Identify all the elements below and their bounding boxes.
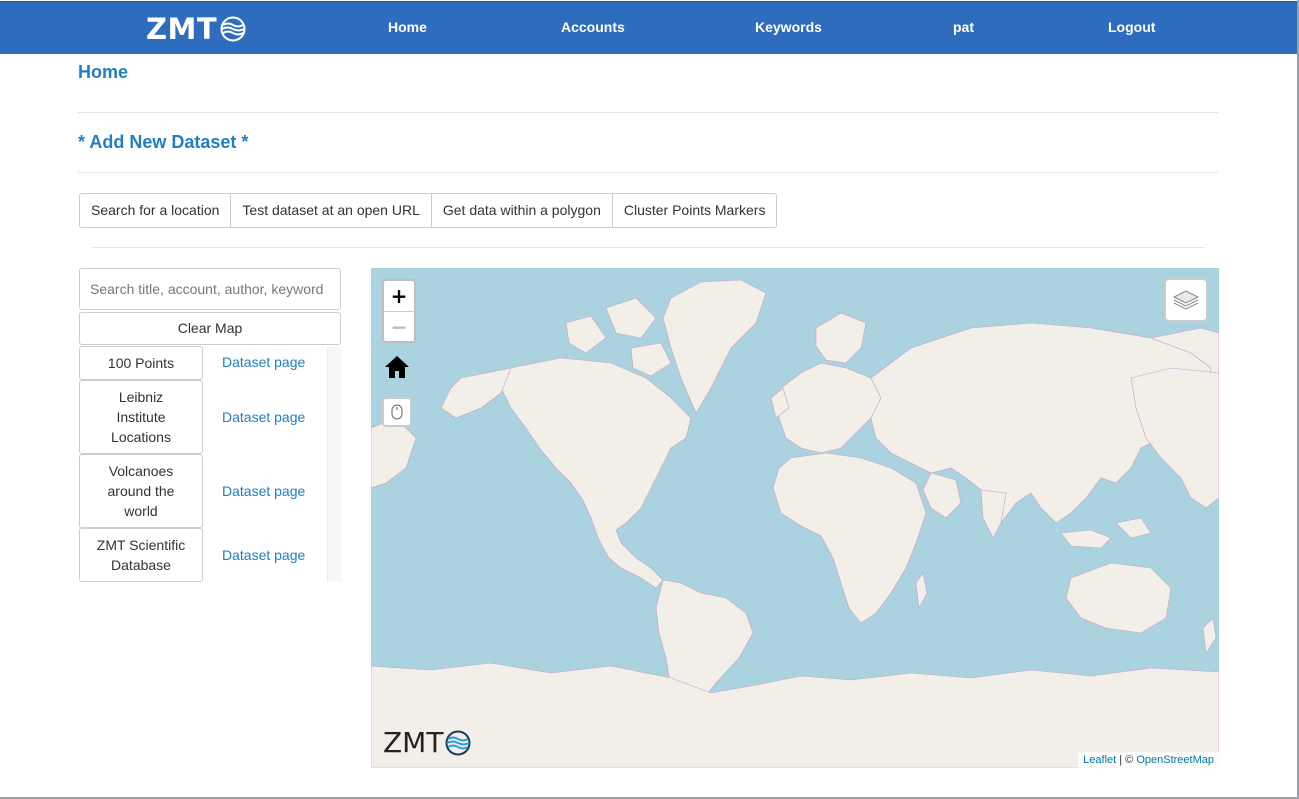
nav-user-link[interactable]: pat	[953, 19, 974, 35]
polygon-data-button[interactable]: Get data within a polygon	[431, 194, 613, 227]
divider	[93, 247, 1205, 248]
scroll-zoom-toggle[interactable]	[382, 397, 412, 427]
layers-icon	[1172, 290, 1200, 310]
search-location-button[interactable]: Search for a location	[80, 194, 232, 227]
waves-logo-icon	[445, 730, 471, 755]
dataset-name-button[interactable]: Volcanoes around the world	[79, 454, 203, 528]
list-scrollbar[interactable]	[327, 347, 342, 582]
page-title: Home	[78, 62, 129, 82]
map-tools-button-group: Search for a location Test dataset at an…	[79, 193, 778, 228]
map-attribution: Leaflet | © OpenStreetMap	[1078, 752, 1219, 768]
zoom-control: + −	[382, 279, 416, 343]
map-logo-text: ZMT	[383, 726, 444, 759]
zmt-logo[interactable]: ZMT	[146, 12, 246, 46]
world-map[interactable]: + − ZMT Leaflet | © OpenStreetMap	[371, 268, 1219, 768]
dataset-page-link[interactable]: Dataset page	[222, 409, 305, 425]
nav-keywords-link[interactable]: Keywords	[755, 19, 822, 35]
waves-logo-icon	[220, 16, 246, 42]
dataset-page-link[interactable]: Dataset page	[222, 354, 305, 370]
dataset-name-button[interactable]: ZMT Scientific Database	[79, 528, 203, 582]
map-tiles	[371, 279, 1219, 768]
nav-logout-link[interactable]: Logout	[1108, 19, 1155, 35]
test-open-url-button[interactable]: Test dataset at an open URL	[231, 194, 432, 227]
nav-home-link[interactable]: Home	[388, 19, 427, 35]
dataset-page-link[interactable]: Dataset page	[222, 547, 305, 563]
cluster-markers-button[interactable]: Cluster Points Markers	[612, 194, 777, 227]
list-item: Leibniz Institute Locations Dataset page	[79, 380, 327, 454]
map-zmt-logo: ZMT	[383, 726, 471, 759]
dataset-search-input[interactable]	[79, 268, 341, 310]
list-item: Volcanoes around the world Dataset page	[79, 454, 327, 528]
list-item: 100 Points Dataset page	[79, 346, 327, 380]
leaflet-link[interactable]: Leaflet	[1083, 754, 1116, 766]
add-dataset-link[interactable]: * Add New Dataset *	[78, 132, 248, 153]
clear-map-button[interactable]: Clear Map	[79, 312, 341, 345]
attribution-separator: | ©	[1116, 754, 1137, 766]
nav-accounts-link[interactable]: Accounts	[561, 19, 625, 35]
logo-text: ZMT	[146, 12, 218, 46]
top-navbar: ZMT Home Accounts Keywords pat Logout	[0, 1, 1297, 54]
home-icon	[385, 356, 409, 378]
zoom-in-button[interactable]: +	[384, 281, 414, 311]
openstreetmap-link[interactable]: OpenStreetMap	[1136, 754, 1214, 766]
list-item: ZMT Scientific Database Dataset page	[79, 528, 327, 582]
home-view-button[interactable]	[382, 352, 412, 382]
dataset-name-button[interactable]: Leibniz Institute Locations	[79, 380, 203, 454]
mouse-icon	[391, 404, 403, 420]
dataset-name-button[interactable]: 100 Points	[79, 346, 203, 380]
divider	[78, 112, 1218, 113]
layers-control-button[interactable]	[1164, 278, 1208, 322]
zoom-out-button[interactable]: −	[384, 311, 414, 341]
divider	[78, 172, 1218, 173]
dataset-page-link[interactable]: Dataset page	[222, 483, 305, 499]
